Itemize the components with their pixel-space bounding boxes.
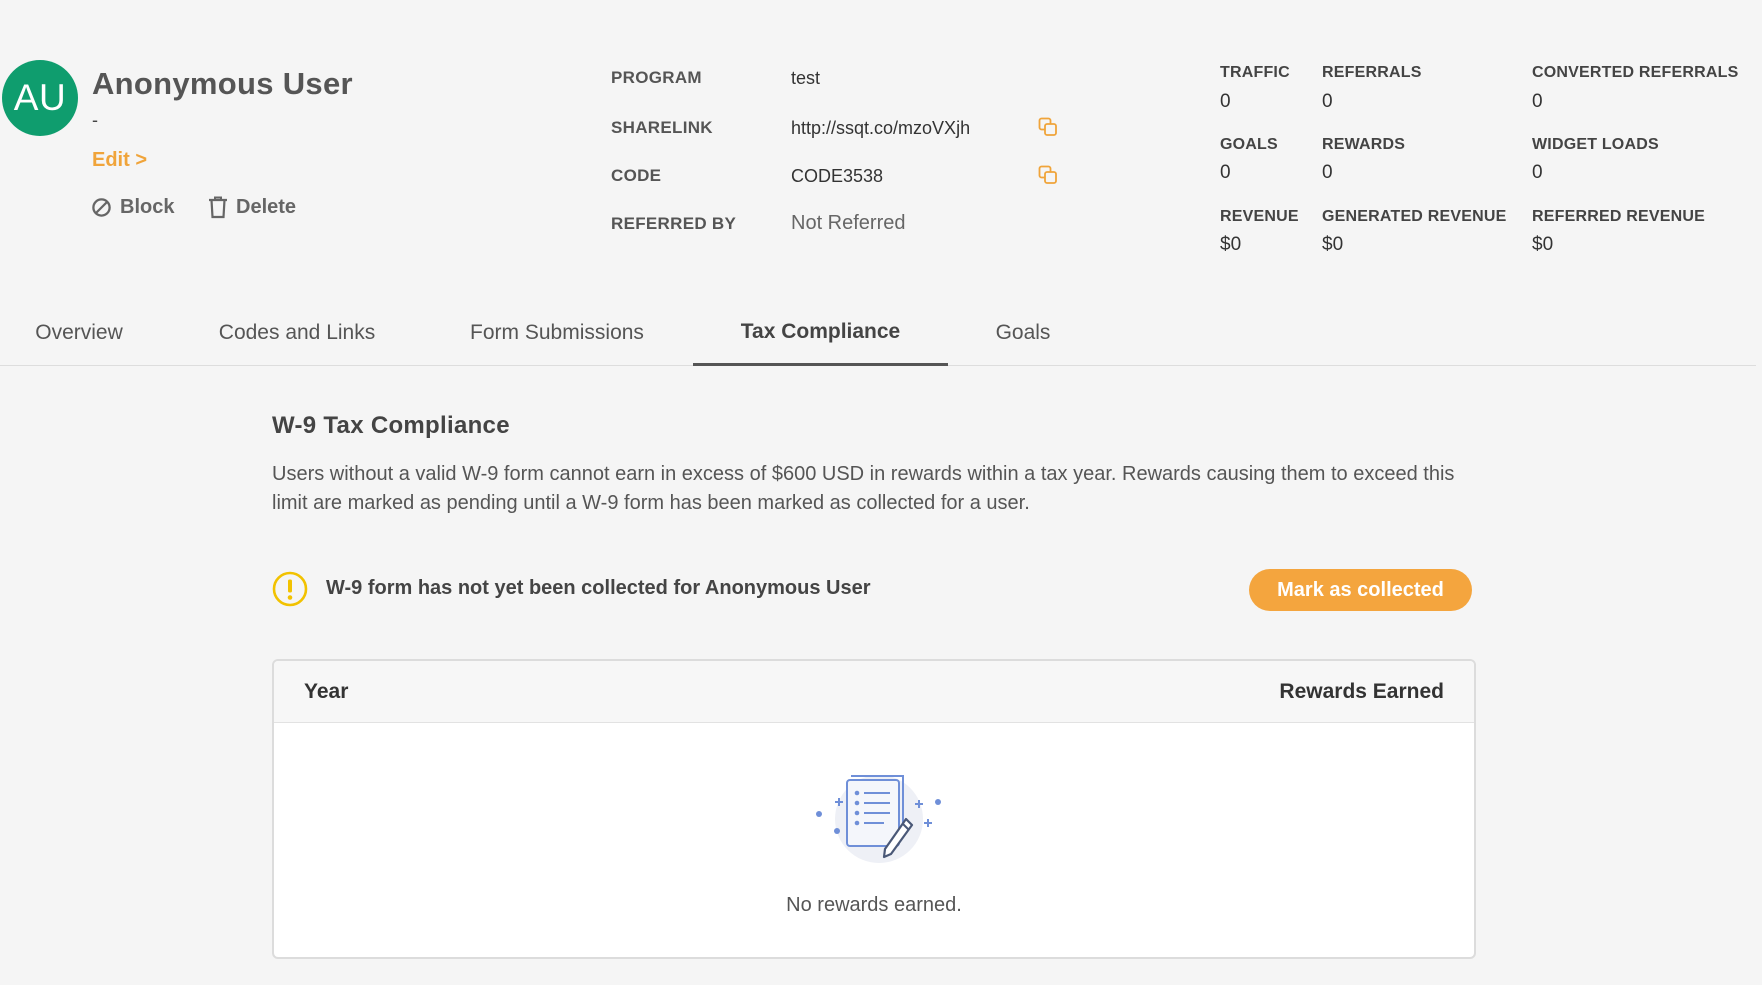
generated-revenue-label: GENERATED REVENUE	[1322, 208, 1507, 225]
column-rewards-earned: Rewards Earned	[1279, 679, 1444, 703]
widget-loads-value: 0	[1532, 162, 1543, 183]
tab-bar: Overview Codes and Links Form Submission…	[0, 300, 1756, 366]
code-label: CODE	[611, 166, 662, 185]
section-title: W-9 Tax Compliance	[272, 412, 510, 439]
traffic-label: TRAFFIC	[1220, 64, 1290, 81]
goals-value: 0	[1220, 162, 1231, 183]
revenue-value: $0	[1220, 234, 1242, 255]
referrals-value: 0	[1322, 91, 1333, 112]
converted-referrals-value: 0	[1532, 91, 1543, 112]
empty-document-icon	[814, 769, 944, 874]
referrals-label: REFERRALS	[1322, 64, 1422, 81]
block-icon	[91, 197, 112, 218]
avatar: AU	[2, 60, 78, 136]
sharelink-value[interactable]: http://ssqt.co/mzoVXjh	[791, 118, 970, 139]
referred-revenue-label: REFERRED REVENUE	[1532, 208, 1706, 225]
goals-label: GOALS	[1220, 136, 1278, 153]
program-label: PROGRAM	[611, 68, 702, 87]
sharelink-label: SHARELINK	[611, 118, 713, 137]
user-subtitle: -	[92, 110, 98, 130]
tab-form-submissions[interactable]: Form Submissions	[448, 300, 666, 366]
generated-revenue-value: $0	[1322, 234, 1344, 255]
copy-sharelink-icon[interactable]	[1038, 117, 1058, 142]
section-description: Users without a valid W-9 form cannot ea…	[272, 463, 1455, 514]
warning-icon	[272, 571, 308, 612]
w9-warning-text: W-9 form has not yet been collected for …	[326, 577, 871, 599]
rewards-table: Year Rewards Earned No rewards earned.	[272, 659, 1476, 959]
program-value: test	[791, 68, 821, 88]
delete-label: Delete	[236, 196, 297, 218]
column-year: Year	[304, 679, 349, 703]
block-label: Block	[120, 196, 175, 218]
edit-link[interactable]: Edit >	[92, 149, 147, 172]
block-button[interactable]: Block	[91, 196, 174, 219]
tab-codes-and-links[interactable]: Codes and Links	[198, 300, 396, 366]
tab-goals[interactable]: Goals	[978, 300, 1068, 366]
referred-by-value: Not Referred	[791, 212, 906, 234]
empty-state-text: No rewards earned.	[786, 894, 962, 916]
avatar-initials: AU	[13, 77, 67, 118]
rewards-value: 0	[1322, 162, 1333, 183]
widget-loads-label: WIDGET LOADS	[1532, 136, 1659, 153]
table-header: Year Rewards Earned	[274, 661, 1474, 723]
referred-revenue-value: $0	[1532, 234, 1554, 255]
converted-referrals-label: CONVERTED REFERRALS	[1532, 64, 1739, 81]
user-name: Anonymous User	[92, 66, 353, 101]
tab-overview[interactable]: Overview	[0, 300, 158, 366]
user-detail-page: AU Anonymous User - Edit > Block Delete …	[0, 0, 1762, 985]
trash-icon	[208, 196, 228, 219]
code-value: CODE3538	[791, 166, 884, 186]
tab-tax-compliance[interactable]: Tax Compliance	[693, 300, 948, 366]
rewards-label: REWARDS	[1322, 136, 1406, 153]
revenue-label: REVENUE	[1220, 208, 1299, 225]
referred-by-label: REFERRED BY	[611, 214, 737, 233]
copy-code-icon[interactable]	[1038, 165, 1058, 190]
delete-button[interactable]: Delete	[208, 196, 296, 219]
mark-as-collected-button[interactable]: Mark as collected	[1249, 569, 1472, 611]
traffic-value: 0	[1220, 91, 1231, 112]
